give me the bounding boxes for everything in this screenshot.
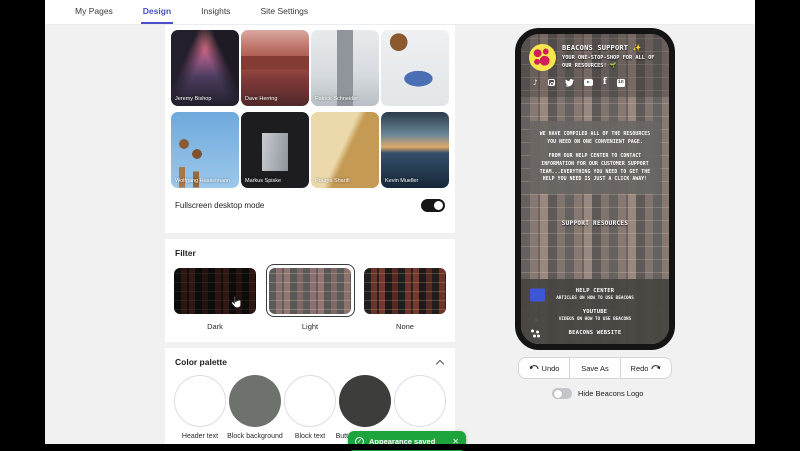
background-option-3[interactable]: Patrick Schneider xyxy=(311,30,379,106)
color-swatch[interactable] xyxy=(394,375,446,427)
photo-credit: Dave Herring xyxy=(245,96,278,103)
background-grid: Jeremy Bishop Dave Herring Patrick Schne… xyxy=(165,25,455,193)
toggle-knob xyxy=(434,201,443,210)
filter-label: None xyxy=(396,322,414,331)
toggle-knob xyxy=(553,389,562,398)
instagram-icon[interactable] xyxy=(547,79,555,86)
filter-preview-light xyxy=(269,267,351,314)
right-letterbox xyxy=(755,0,800,450)
design-editor: My Pages Design Insights Site Settings J… xyxy=(0,0,800,451)
color-swatch[interactable] xyxy=(284,375,336,427)
swatch-block-text: Block text xyxy=(283,375,337,441)
beacons-avatar xyxy=(529,44,556,71)
link-help-center[interactable]: HELP CENTER ARTICLES ON HOW TO USE BEACO… xyxy=(521,284,669,305)
photo-credit: Markus Spiske xyxy=(245,178,282,185)
fullscreen-toggle-row: Fullscreen desktop mode xyxy=(165,193,455,212)
tab-insights[interactable]: Insights xyxy=(199,0,232,24)
profile-header: BEACONS SUPPORT ✨ YOUR ONE-STOP-SHOP FOR… xyxy=(521,34,669,97)
filter-options: Dark Light None xyxy=(165,264,455,331)
intro-text-block: WE HAVE COMPILED ALL OF THE RESOURCES YO… xyxy=(530,121,660,195)
photo-credit: Pourya Sharifi xyxy=(315,178,350,185)
left-letterbox xyxy=(0,0,45,450)
filter-preview-none xyxy=(364,267,446,314)
youtube-icon[interactable] xyxy=(583,79,593,86)
filter-title: Filter xyxy=(175,248,196,258)
linkedin-icon[interactable]: in xyxy=(616,78,625,87)
intro-paragraph-1: WE HAVE COMPILED ALL OF THE RESOURCES YO… xyxy=(539,132,651,145)
link-beacons-website[interactable]: BEACONS WEBSITE xyxy=(521,326,669,340)
color-swatch[interactable] xyxy=(174,375,226,427)
swatch-label: Header text xyxy=(181,433,219,440)
profile-subtitle: YOUR ONE-STOP-SHOP FOR ALL OF OUR RESOUR… xyxy=(562,55,655,69)
photo-credit: Kevin Mueller xyxy=(385,178,419,185)
fullscreen-label: Fullscreen desktop mode xyxy=(175,201,265,210)
background-picker-card: Jeremy Bishop Dave Herring Patrick Schne… xyxy=(165,25,455,233)
tab-site-settings[interactable]: Site Settings xyxy=(258,0,310,24)
swatch-header-text: Header text xyxy=(173,375,227,441)
tab-design[interactable]: Design xyxy=(140,0,174,24)
undo-label: Undo xyxy=(541,363,560,373)
link-title: YOUTUBE xyxy=(582,309,608,315)
social-icons-row: ♪ f in xyxy=(529,71,661,93)
filter-option-light[interactable]: Light xyxy=(265,264,355,331)
background-option-6[interactable]: Markus Spiske xyxy=(241,112,309,188)
filter-label: Dark xyxy=(207,322,223,331)
background-option-4[interactable] xyxy=(381,30,449,106)
redo-label: Redo xyxy=(630,363,649,373)
link-subtitle: VIDEOS ON HOW TO USE BEACONS xyxy=(558,317,632,322)
filter-option-dark[interactable]: Dark xyxy=(171,264,259,331)
bottom-letterbox xyxy=(0,444,800,450)
tiktok-icon[interactable]: ♪ xyxy=(533,78,538,87)
color-swatch[interactable] xyxy=(339,375,391,427)
filter-card: Filter Dark Light None xyxy=(165,239,455,342)
phone-preview: BEACONS SUPPORT ✨ YOUR ONE-STOP-SHOP FOR… xyxy=(515,28,675,350)
photo-credit: Patrick Schneider xyxy=(315,96,359,103)
link-title: HELP CENTER xyxy=(575,288,615,294)
top-nav: My Pages Design Insights Site Settings xyxy=(45,0,755,25)
color-palette-title: Color palette xyxy=(175,357,227,367)
link-title: BEACONS WEBSITE xyxy=(568,330,622,336)
profile-title: BEACONS SUPPORT ✨ xyxy=(562,44,642,52)
support-resources-heading: SUPPORT RESOURCES xyxy=(561,220,629,228)
redo-button[interactable]: Redo xyxy=(620,358,671,378)
background-option-8[interactable]: Kevin Mueller xyxy=(381,112,449,188)
background-option-7[interactable]: Pourya Sharifi xyxy=(311,112,379,188)
undo-button[interactable]: Undo xyxy=(519,358,569,378)
link-subtitle: ARTICLES ON HOW TO USE BEACONS xyxy=(556,296,634,301)
photo-credit: Wolfgang Hasselmann xyxy=(175,178,231,185)
swatch-label: Block background xyxy=(227,433,283,440)
filter-label: Light xyxy=(301,322,319,331)
photo-credit: Jeremy Bishop xyxy=(175,96,212,103)
hide-logo-row: Hide Beacons Logo xyxy=(552,388,643,399)
save-as-label: Save As xyxy=(581,363,609,373)
swatch-block-background: Block background xyxy=(227,375,283,441)
hide-logo-toggle[interactable] xyxy=(552,388,572,399)
intro-paragraph-2: FROM OUR HELP CENTER TO CONTACT INFORMAT… xyxy=(539,154,651,183)
filter-preview-dark xyxy=(174,267,256,314)
background-option-2[interactable]: Dave Herring xyxy=(241,30,309,106)
hide-logo-label: Hide Beacons Logo xyxy=(578,389,644,398)
tab-my-pages[interactable]: My Pages xyxy=(73,0,115,24)
save-as-button[interactable]: Save As xyxy=(569,358,620,378)
filter-option-none[interactable]: None xyxy=(361,264,449,331)
facebook-icon[interactable]: f xyxy=(603,78,607,87)
link-youtube[interactable]: YOUTUBE VIDEOS ON HOW TO USE BEACONS xyxy=(521,305,669,326)
twitter-icon[interactable] xyxy=(564,78,574,87)
link-list: HELP CENTER ARTICLES ON HOW TO USE BEACO… xyxy=(521,279,669,344)
background-option-5[interactable]: Wolfgang Hasselmann xyxy=(171,112,239,188)
fullscreen-toggle[interactable] xyxy=(421,199,445,212)
swatch-label: Block text xyxy=(294,433,326,440)
redo-icon xyxy=(651,365,662,370)
history-button-group: Undo Save As Redo xyxy=(518,357,672,379)
chevron-up-icon[interactable] xyxy=(435,359,445,368)
undo-icon xyxy=(528,365,539,370)
background-option-1[interactable]: Jeremy Bishop xyxy=(171,30,239,106)
beacons-logo-icon xyxy=(530,329,540,338)
color-swatch[interactable] xyxy=(229,375,281,427)
